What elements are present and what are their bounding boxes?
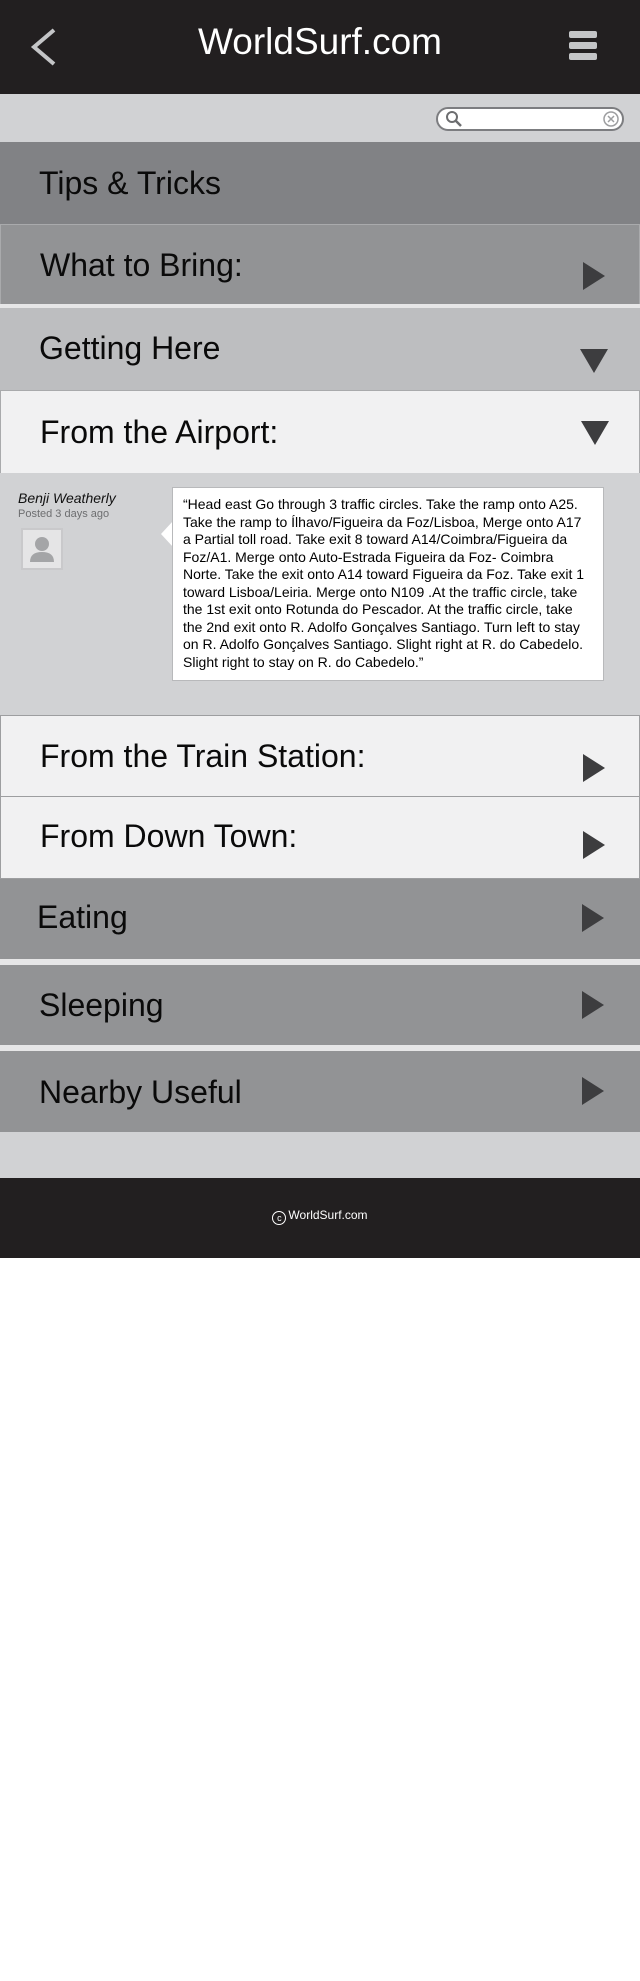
section-from-downtown[interactable]: From Down Town: — [0, 797, 640, 879]
section-getting-here[interactable]: Getting Here — [0, 308, 640, 390]
section-what-to-bring[interactable]: What to Bring: — [0, 224, 640, 304]
chevron-right-icon — [583, 262, 605, 290]
comment-timestamp: Posted 3 days ago — [18, 508, 110, 520]
bottom-spacer — [0, 1132, 640, 1178]
app-header: WorldSurf.com — [0, 0, 640, 94]
chevron-right-icon — [582, 904, 604, 932]
section-from-train-station[interactable]: From the Train Station: — [0, 715, 640, 797]
section-label: From the Train Station: — [40, 738, 366, 774]
chevron-right-icon — [582, 991, 604, 1019]
search-bar-area — [0, 94, 640, 142]
section-nearby-useful[interactable]: Nearby Useful — [0, 1051, 640, 1132]
avatar[interactable] — [21, 528, 63, 570]
page-title-bar: Tips & Tricks — [0, 142, 640, 224]
section-label: Nearby Useful — [39, 1074, 242, 1110]
footer: c WorldSurf.com — [0, 1178, 640, 1258]
hamburger-menu-icon — [569, 31, 597, 60]
section-label: From the Airport: — [40, 414, 279, 450]
footer-copyright: c WorldSurf.com — [0, 1208, 640, 1225]
chevron-right-icon — [582, 1077, 604, 1105]
section-from-airport[interactable]: From the Airport: — [0, 390, 640, 473]
chevron-right-icon — [583, 754, 605, 782]
section-eating[interactable]: Eating — [0, 879, 640, 959]
copyright-icon: c — [272, 1211, 287, 1225]
comment-author: Benji Weatherly — [18, 490, 116, 506]
section-label: From Down Town: — [40, 818, 298, 854]
clear-icon[interactable] — [603, 111, 619, 127]
user-avatar-icon — [30, 537, 54, 562]
page-title: Tips & Tricks — [39, 165, 221, 201]
chevron-right-icon — [583, 831, 605, 859]
comment-text: “Head east Go through 3 traffic circles.… — [172, 487, 604, 681]
menu-button[interactable] — [569, 31, 597, 60]
section-label: What to Bring: — [40, 247, 243, 283]
site-title: WorldSurf.com — [198, 21, 442, 62]
search-input[interactable] — [466, 110, 590, 128]
section-label: Getting Here — [39, 330, 221, 366]
section-label: Eating — [37, 899, 128, 935]
section-sleeping[interactable]: Sleeping — [0, 965, 640, 1045]
chevron-down-icon — [580, 349, 608, 373]
search-icon — [446, 111, 462, 127]
footer-site-name[interactable]: WorldSurf.com — [288, 1208, 367, 1222]
search-box[interactable] — [436, 107, 624, 131]
comment-area: Benji Weatherly Posted 3 days ago “Head … — [0, 473, 640, 715]
chevron-down-icon — [581, 421, 609, 445]
section-label: Sleeping — [39, 987, 164, 1023]
